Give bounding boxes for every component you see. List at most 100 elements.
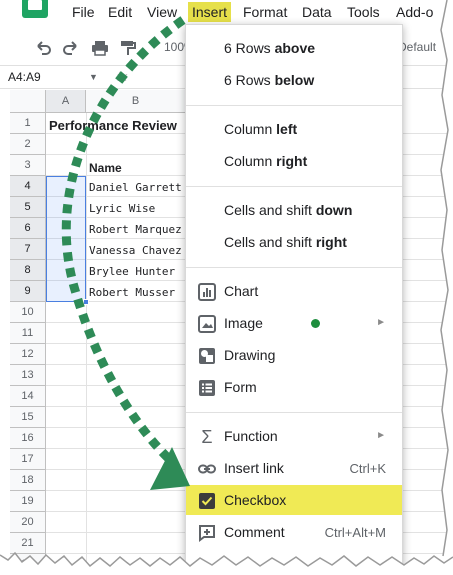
menu-item-rows-above[interactable]: 6 Rows above [186,33,402,63]
select-all-corner[interactable] [10,90,46,113]
row-header-16[interactable]: 16 [10,428,46,449]
row-header-6[interactable]: 6 [10,218,46,239]
cells-shift-right-label: Cells and shift right [224,234,347,250]
checkbox-icon [199,493,215,509]
menu-item-column-left[interactable]: Column left [186,114,402,144]
name-cell[interactable]: Lyric Wise [89,202,155,215]
menu-item-form[interactable]: Form [186,372,402,402]
menu-separator [186,412,402,413]
row-header-4[interactable]: 4 [10,176,46,197]
row-header-5[interactable]: 5 [10,197,46,218]
column-left-label: Column left [224,121,298,137]
drawing-label: Drawing [224,347,276,363]
menu-item-comment[interactable]: Comment Ctrl+Alt+M [186,517,402,547]
menu-bar: File Edit View Insert Format Data Tools … [0,0,453,24]
row-header-11[interactable]: 11 [10,323,46,344]
redo-icon[interactable] [61,38,81,58]
row-header-14[interactable]: 14 [10,386,46,407]
submenu-arrow-icon: ► [376,430,386,441]
name-cell[interactable]: Vanessa Chavez [89,244,182,257]
menu-item-cells-shift-down[interactable]: Cells and shift down [186,195,402,225]
row-header-15[interactable]: 15 [10,407,46,428]
menu-item-cells-shift-right[interactable]: Cells and shift right [186,227,402,257]
row-header-19[interactable]: 19 [10,491,46,512]
sheets-logo-icon[interactable] [22,0,48,18]
name-box[interactable]: A4:A9 [8,70,41,84]
row-header-2[interactable]: 2 [10,134,46,155]
comment-label: Comment [224,524,285,540]
menu-addons[interactable]: Add-o [396,2,433,22]
rows-above-label: 6 Rows above [224,40,316,56]
column-divider [86,113,87,575]
row-header-18[interactable]: 18 [10,470,46,491]
sheet-title-cell[interactable]: Performance Review [49,118,177,133]
name-cell[interactable]: Robert Musser [89,286,175,299]
rows-below-label: 6 Rows below [224,72,315,88]
function-label: Function [224,428,278,444]
name-header-cell[interactable]: Name [89,161,122,175]
menu-item-image[interactable]: Image ► [186,308,402,338]
form-icon [199,380,215,396]
menu-item-column-right[interactable]: Column right [186,146,402,176]
font-select[interactable]: Default [398,40,436,54]
menu-file[interactable]: File [72,2,95,22]
row-header-7[interactable]: 7 [10,239,46,260]
cell-selection[interactable] [46,176,86,302]
form-label: Form [224,379,257,395]
link-icon [198,464,216,474]
menu-separator [186,186,402,187]
column-header-b[interactable]: B [86,90,186,113]
name-cell[interactable]: Brylee Hunter [89,265,175,278]
cells-shift-down-label: Cells and shift down [224,202,353,218]
row-header-21[interactable]: 21 [10,533,46,554]
name-box-dropdown-icon[interactable]: ▼ [89,72,98,82]
menu-item-function[interactable]: Σ Function ► [186,421,402,451]
row-header-9[interactable]: 9 [10,281,46,302]
fx-icon: fx [117,69,128,84]
menu-insert[interactable]: Insert [188,2,232,22]
insert-menu: 6 Rows above 6 Rows below Column left Co… [185,24,403,575]
menu-edit[interactable]: Edit [108,2,132,22]
paint-format-icon[interactable] [118,38,138,58]
menu-separator [186,105,402,106]
menu-item-insert-link[interactable]: Insert link Ctrl+K [186,453,402,483]
insert-link-shortcut: Ctrl+K [349,461,386,476]
comment-shortcut: Ctrl+Alt+M [324,525,386,540]
row-header-20[interactable]: 20 [10,512,46,533]
sigma-icon: Σ [201,427,213,447]
menu-item-checkbox[interactable]: Checkbox [186,485,402,515]
column-header-a[interactable]: A [46,90,86,113]
row-header-22[interactable]: 22 [10,554,46,575]
chart-icon [198,283,216,301]
menu-item-chart[interactable]: Chart [186,276,402,306]
checkbox-label: Checkbox [224,492,287,508]
undo-icon[interactable] [33,38,53,58]
chart-label: Chart [224,283,259,299]
menu-view[interactable]: View [147,2,177,22]
row-header-8[interactable]: 8 [10,260,46,281]
row-header-3[interactable]: 3 [10,155,46,176]
new-feature-dot-icon [311,319,320,328]
menu-item-drawing[interactable]: Drawing [186,340,402,370]
fill-handle[interactable] [83,299,89,305]
screenshot-frame: File Edit View Insert Format Data Tools … [0,0,453,575]
name-cell[interactable]: Daniel Garrett [89,181,182,194]
menu-item-rows-below[interactable]: 6 Rows below [186,65,402,95]
row-header-12[interactable]: 12 [10,344,46,365]
column-right-label: Column right [224,153,308,169]
submenu-arrow-icon: ► [376,317,386,328]
print-icon[interactable] [90,38,110,58]
menu-tools[interactable]: Tools [347,2,380,22]
row-header-17[interactable]: 17 [10,449,46,470]
row-header-10[interactable]: 10 [10,302,46,323]
insert-link-label: Insert link [224,460,284,476]
row-header-13[interactable]: 13 [10,365,46,386]
comment-icon [199,525,215,542]
drawing-icon [199,348,215,364]
image-icon [198,315,216,333]
row-header-1[interactable]: 1 [10,113,46,134]
menu-data[interactable]: Data [302,2,332,22]
name-cell[interactable]: Robert Marquez [89,223,182,236]
menu-format[interactable]: Format [243,2,287,22]
image-label: Image [224,315,263,331]
